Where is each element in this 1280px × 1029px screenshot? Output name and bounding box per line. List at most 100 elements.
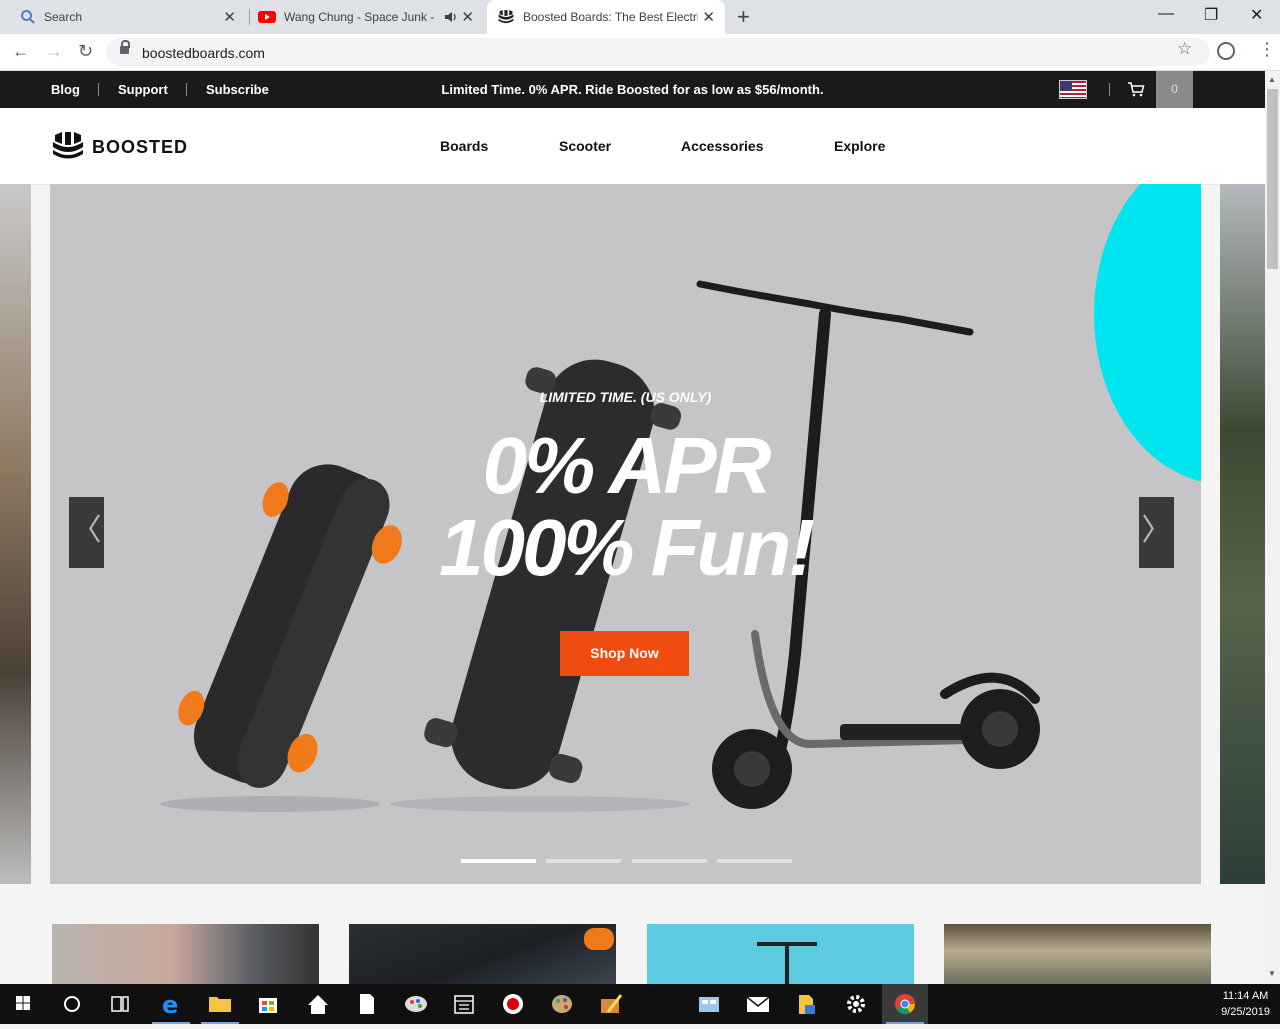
taskbar-palette[interactable]: [539, 984, 585, 1024]
bookmark-star-icon[interactable]: ☆: [1177, 39, 1192, 59]
clock-date: 9/25/2019: [1221, 1006, 1270, 1018]
reload-button[interactable]: ↻: [78, 41, 93, 62]
network-icon: [699, 997, 719, 1012]
maximize-button[interactable]: ❐: [1204, 5, 1218, 25]
gear-icon: [847, 995, 865, 1013]
page-scrollbar[interactable]: ▲ ▼: [1265, 71, 1280, 984]
nav-explore[interactable]: Explore: [834, 138, 885, 154]
subscribe-link[interactable]: Subscribe: [206, 82, 269, 97]
product-card-scooter-rider[interactable]: [52, 924, 319, 984]
taskbar-store[interactable]: [245, 984, 291, 1024]
wheel-graphic: [584, 928, 614, 950]
forward-button[interactable]: →: [45, 41, 63, 62]
scroll-thumb[interactable]: [1267, 89, 1278, 269]
windows-taskbar: e 11:14 AM 9/25/2019: [0, 984, 1280, 1024]
boosted-favicon: [498, 10, 514, 24]
mail-icon: [746, 996, 770, 1012]
taskbar-document[interactable]: [344, 984, 390, 1024]
files-icon: [799, 995, 815, 1014]
start-button[interactable]: [0, 984, 46, 1024]
product-card-scooter[interactable]: [647, 924, 914, 984]
taskbar-paint[interactable]: [393, 984, 439, 1024]
next-slide-peek: [1220, 184, 1265, 884]
nav-scooter[interactable]: Scooter: [559, 138, 611, 154]
taskbar-edge[interactable]: e: [148, 984, 194, 1024]
shop-now-button[interactable]: Shop Now: [560, 631, 689, 676]
task-view-icon: [111, 996, 129, 1012]
close-tab-icon[interactable]: ✕: [702, 8, 715, 26]
taskbar-files[interactable]: [784, 984, 830, 1024]
chrome-icon: [895, 994, 916, 1015]
stem-graphic: [785, 946, 789, 984]
extension-icon[interactable]: [1217, 42, 1235, 60]
tab-divider: [249, 9, 250, 25]
divider: [1109, 83, 1110, 96]
windows-icon: [16, 996, 30, 1010]
taskbar-calendar[interactable]: [441, 984, 487, 1024]
taskbar-file-explorer[interactable]: [197, 984, 243, 1024]
divider: [98, 83, 99, 96]
new-tab-button[interactable]: +: [737, 4, 750, 30]
carousel-dot-1[interactable]: [461, 859, 536, 863]
hero-carousel: LIMITED TIME. (US ONLY) 0% APR 100% Fun!…: [50, 184, 1201, 884]
task-view-button[interactable]: [97, 984, 143, 1024]
nav-accessories[interactable]: Accessories: [681, 138, 764, 154]
product-card-board[interactable]: [349, 924, 616, 984]
address-bar[interactable]: boostedboards.com: [106, 38, 1210, 66]
taskbar-settings[interactable]: [833, 984, 879, 1024]
tab-boosted[interactable]: Boosted Boards: The Best Electric ✕: [487, 0, 725, 34]
carousel-prev-button[interactable]: 〈: [69, 497, 104, 568]
taskbar-paint-tool[interactable]: [588, 984, 634, 1024]
system-clock[interactable]: 11:14 AM 9/25/2019: [1221, 988, 1270, 1020]
nav-boards[interactable]: Boards: [440, 138, 488, 154]
tab-title: Boosted Boards: The Best Electric: [523, 10, 698, 24]
site-header: BOOSTED Boards Scooter Accessories Explo…: [0, 108, 1265, 185]
carousel-dot-3[interactable]: [632, 859, 707, 863]
tab-title: Wang Chung - Space Junk -: [284, 10, 434, 24]
search-icon: [21, 10, 35, 24]
folder-icon: [209, 997, 231, 1012]
youtube-icon: [258, 11, 276, 23]
url-text: boostedboards.com: [142, 45, 265, 61]
store-icon: [259, 998, 277, 1013]
browser-menu-icon[interactable]: ⋮: [1258, 40, 1276, 58]
brush-icon: [601, 994, 623, 1013]
carousel-next-button[interactable]: 〉: [1139, 497, 1174, 568]
calendar-icon: [454, 995, 474, 1014]
close-tab-icon[interactable]: ✕: [461, 8, 474, 26]
browser-tab-strip: Search ✕ Wang Chung - Space Junk - ✕ Boo…: [0, 0, 1280, 34]
speaker-icon[interactable]: [444, 11, 458, 23]
carousel-dot-4[interactable]: [717, 859, 792, 863]
us-flag-icon[interactable]: [1059, 80, 1087, 99]
taskbar-chrome[interactable]: [882, 984, 928, 1024]
tab-youtube[interactable]: Wang Chung - Space Junk - ✕: [252, 0, 484, 34]
boosted-logo-text[interactable]: BOOSTED: [92, 137, 188, 158]
palette-icon: [552, 995, 572, 1013]
close-window-button[interactable]: ✕: [1250, 5, 1263, 25]
divider: [186, 83, 187, 96]
cart-icon[interactable]: [1127, 80, 1145, 98]
blog-link[interactable]: Blog: [51, 82, 80, 97]
previous-slide-peek: [0, 184, 31, 884]
support-link[interactable]: Support: [118, 82, 168, 97]
taskbar-home[interactable]: [295, 984, 341, 1024]
scroll-down-icon[interactable]: ▼: [1268, 969, 1276, 978]
site-top-bar: Limited Time. 0% APR. Ride Boosted for a…: [0, 71, 1265, 108]
minimize-button[interactable]: —: [1158, 5, 1174, 23]
product-card-street[interactable]: [944, 924, 1211, 984]
cart-count-badge[interactable]: 0: [1156, 71, 1193, 108]
tab-search[interactable]: Search ✕: [14, 0, 246, 34]
taskbar-recorder[interactable]: [490, 984, 536, 1024]
boosted-logo-icon[interactable]: [52, 131, 84, 161]
taskbar-mail[interactable]: [735, 984, 781, 1024]
taskbar-network[interactable]: [686, 984, 732, 1024]
edge-icon: e: [162, 991, 178, 1019]
svg-text:e: e: [162, 991, 178, 1019]
lock-icon: [120, 40, 130, 54]
scroll-up-icon[interactable]: ▲: [1268, 75, 1276, 84]
back-button[interactable]: ←: [12, 41, 30, 62]
close-tab-icon[interactable]: ✕: [223, 8, 236, 26]
carousel-dot-2[interactable]: [546, 859, 621, 863]
cortana-button[interactable]: [49, 984, 95, 1024]
cortana-circle-icon: [64, 996, 80, 1012]
